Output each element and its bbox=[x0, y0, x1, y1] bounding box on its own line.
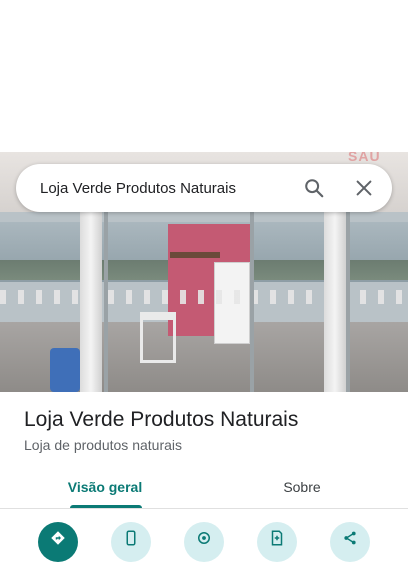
photo-pillar bbox=[80, 207, 102, 392]
search-button[interactable] bbox=[296, 170, 332, 206]
share-icon bbox=[344, 531, 356, 545]
tab-about[interactable]: Sobre bbox=[237, 466, 367, 508]
place-category: Loja de produtos naturais bbox=[24, 437, 182, 453]
directions-button[interactable] bbox=[38, 522, 78, 562]
search-query[interactable]: Loja Verde Produtos Naturais bbox=[40, 180, 296, 197]
blank-header-area bbox=[0, 0, 408, 152]
photo-pillar bbox=[324, 207, 346, 392]
close-icon bbox=[356, 180, 372, 196]
share-button[interactable] bbox=[330, 522, 370, 562]
place-title: Loja Verde Produtos Naturais bbox=[24, 408, 299, 431]
photo-shelf bbox=[170, 252, 220, 258]
tab-overview[interactable]: Visão geral bbox=[40, 466, 170, 508]
search-icon bbox=[305, 179, 324, 198]
action-buttons bbox=[0, 522, 408, 562]
save-icon bbox=[271, 530, 283, 546]
search-bar[interactable]: Loja Verde Produtos Naturais bbox=[16, 164, 392, 212]
clear-search-button[interactable] bbox=[346, 170, 382, 206]
selected-tab-indicator bbox=[70, 505, 142, 508]
location-icon bbox=[198, 532, 210, 544]
call-button[interactable] bbox=[111, 522, 151, 562]
tab-bar: Visão geral Sobre bbox=[0, 466, 408, 509]
location-button[interactable] bbox=[184, 522, 224, 562]
save-button[interactable] bbox=[257, 522, 297, 562]
directions-icon bbox=[51, 531, 65, 545]
photo-door-frame bbox=[104, 212, 108, 392]
phone-icon bbox=[126, 530, 136, 546]
photo-door-frame bbox=[346, 212, 350, 392]
photo-blue-item bbox=[50, 348, 80, 392]
photo-door-frame bbox=[250, 212, 254, 392]
photo-chair bbox=[140, 312, 176, 363]
